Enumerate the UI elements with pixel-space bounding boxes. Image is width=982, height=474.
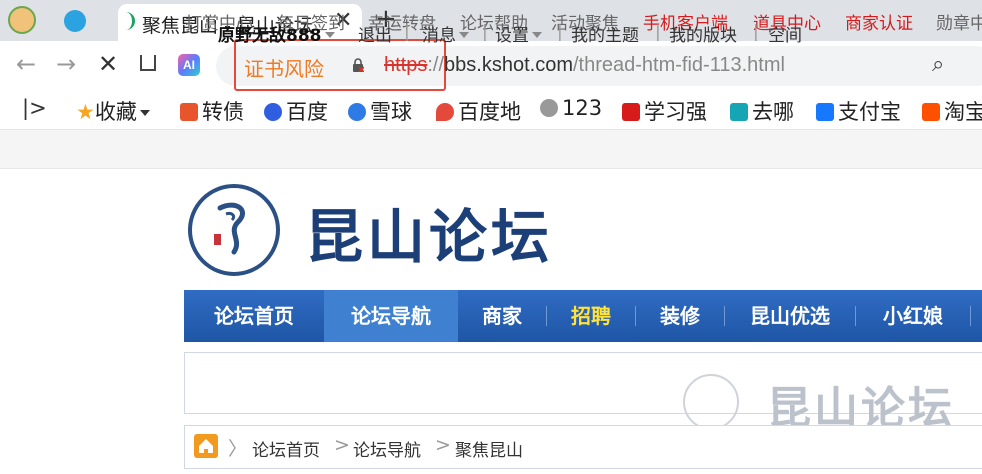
- xueqiu-icon: [348, 103, 366, 121]
- taobao-icon: [922, 103, 940, 121]
- map-pin-icon: [436, 103, 454, 121]
- nav-matchmaker[interactable]: 小红娘: [856, 290, 970, 342]
- separator: |: [482, 22, 488, 42]
- loading-spinner-icon: [122, 12, 135, 30]
- my-sections-link[interactable]: 我的版块: [669, 21, 737, 46]
- chevron-down-icon: [459, 32, 469, 38]
- bookmark-qunar[interactable]: 去哪: [730, 96, 794, 126]
- url-text[interactable]: https://bbs.kshot.com/thread-htm-fid-113…: [384, 54, 785, 77]
- zhuanzhai-icon: [180, 103, 198, 121]
- profile-avatar-icon[interactable]: [8, 6, 36, 34]
- breadcrumb-separator: 〉: [228, 438, 248, 460]
- back-arrow-icon[interactable]: ←: [16, 50, 36, 78]
- settings-menu[interactable]: 设置: [495, 21, 542, 46]
- breadcrumb-separator: >: [334, 434, 350, 456]
- space-link[interactable]: 空间: [768, 21, 802, 46]
- username-menu[interactable]: 原野无敌888: [218, 21, 335, 46]
- watermark-emblem: [683, 374, 739, 430]
- bookmark-baidu[interactable]: 百度: [264, 96, 328, 126]
- messages-menu[interactable]: 消息: [422, 21, 469, 46]
- url-path: /thread-htm-fid-113.html: [572, 54, 785, 76]
- globe-icon: [540, 99, 558, 117]
- star-icon: ★: [76, 100, 95, 124]
- url-scheme: https: [384, 54, 428, 76]
- breadcrumb-separator: >: [435, 434, 451, 456]
- site-logo-emblem[interactable]: [188, 184, 280, 276]
- insecure-lock-icon[interactable]: [352, 58, 364, 72]
- breadcrumb-forum-guide[interactable]: 论坛导航: [353, 436, 421, 461]
- baidu-paw-icon: [264, 103, 282, 121]
- ai-assistant-icon[interactable]: AI: [178, 54, 200, 76]
- bookmark-zhuanzhai[interactable]: 转债: [180, 96, 244, 126]
- forward-arrow-icon[interactable]: →: [56, 50, 76, 78]
- site-logo-text[interactable]: 昆山论坛: [305, 190, 553, 274]
- my-topics-link[interactable]: 我的主题: [571, 21, 639, 46]
- search-zoom-icon[interactable]: ⌕: [932, 52, 944, 77]
- chevron-down-icon: [324, 32, 335, 38]
- toplink-medals[interactable]: 勋章中: [936, 9, 982, 34]
- bookmark-xueqiu[interactable]: 雪球: [348, 96, 412, 126]
- bookmarks-bar: |> ★收藏 转债 百度 雪球 百度地 123 学习强 去哪 支付宝 淘宝: [0, 91, 982, 129]
- chevron-down-icon: [532, 32, 542, 38]
- chevron-down-icon: [139, 110, 150, 116]
- bookmark-123[interactable]: 123: [540, 96, 602, 120]
- alipay-icon: [816, 103, 834, 121]
- toplink-merchant-verify[interactable]: 商家认证: [845, 9, 913, 34]
- separator: |: [557, 22, 563, 42]
- breadcrumb-home[interactable]: 论坛首页: [252, 436, 320, 461]
- cert-risk-label[interactable]: 证书风险: [244, 53, 324, 82]
- bookmark-taobao[interactable]: 淘宝: [922, 96, 982, 126]
- bookmark-alipay[interactable]: 支付宝: [816, 96, 901, 126]
- main-nav: 论坛首页 论坛导航 商家 招聘 装修 昆山优选 小红娘: [184, 290, 982, 342]
- xuexi-icon: [622, 103, 640, 121]
- separator: |: [404, 22, 410, 42]
- stop-loading-icon[interactable]: ✕: [98, 50, 118, 78]
- home-icon[interactable]: [140, 55, 156, 71]
- site-top-links: [0, 129, 982, 169]
- telegram-tab-icon[interactable]: [64, 10, 86, 32]
- url-separator: ://: [427, 54, 445, 76]
- nav-home[interactable]: 论坛首页: [184, 290, 324, 342]
- qunar-icon: [730, 103, 748, 121]
- separator: |: [753, 22, 759, 42]
- sidebar-toggle-icon[interactable]: |>: [22, 96, 47, 120]
- nav-jobs[interactable]: 招聘: [547, 290, 635, 342]
- bookmark-xuexi[interactable]: 学习强: [622, 96, 716, 126]
- nav-forum-guide[interactable]: 论坛导航: [324, 290, 458, 342]
- nav-kunshan-picks[interactable]: 昆山优选: [725, 290, 855, 342]
- nav-merchants[interactable]: 商家: [458, 290, 546, 342]
- breadcrumb-home-icon[interactable]: [194, 434, 218, 458]
- separator: |: [655, 22, 661, 42]
- nav-decoration[interactable]: 装修: [636, 290, 724, 342]
- breadcrumb-current: 聚焦昆山: [455, 441, 523, 461]
- bookmark-shoucang[interactable]: ★收藏: [76, 96, 150, 126]
- logout-link[interactable]: 退出: [358, 21, 392, 46]
- bookmark-baidu-map[interactable]: 百度地: [436, 96, 524, 126]
- url-host: bbs.kshot.com: [444, 54, 573, 76]
- nav-divider: [970, 306, 971, 326]
